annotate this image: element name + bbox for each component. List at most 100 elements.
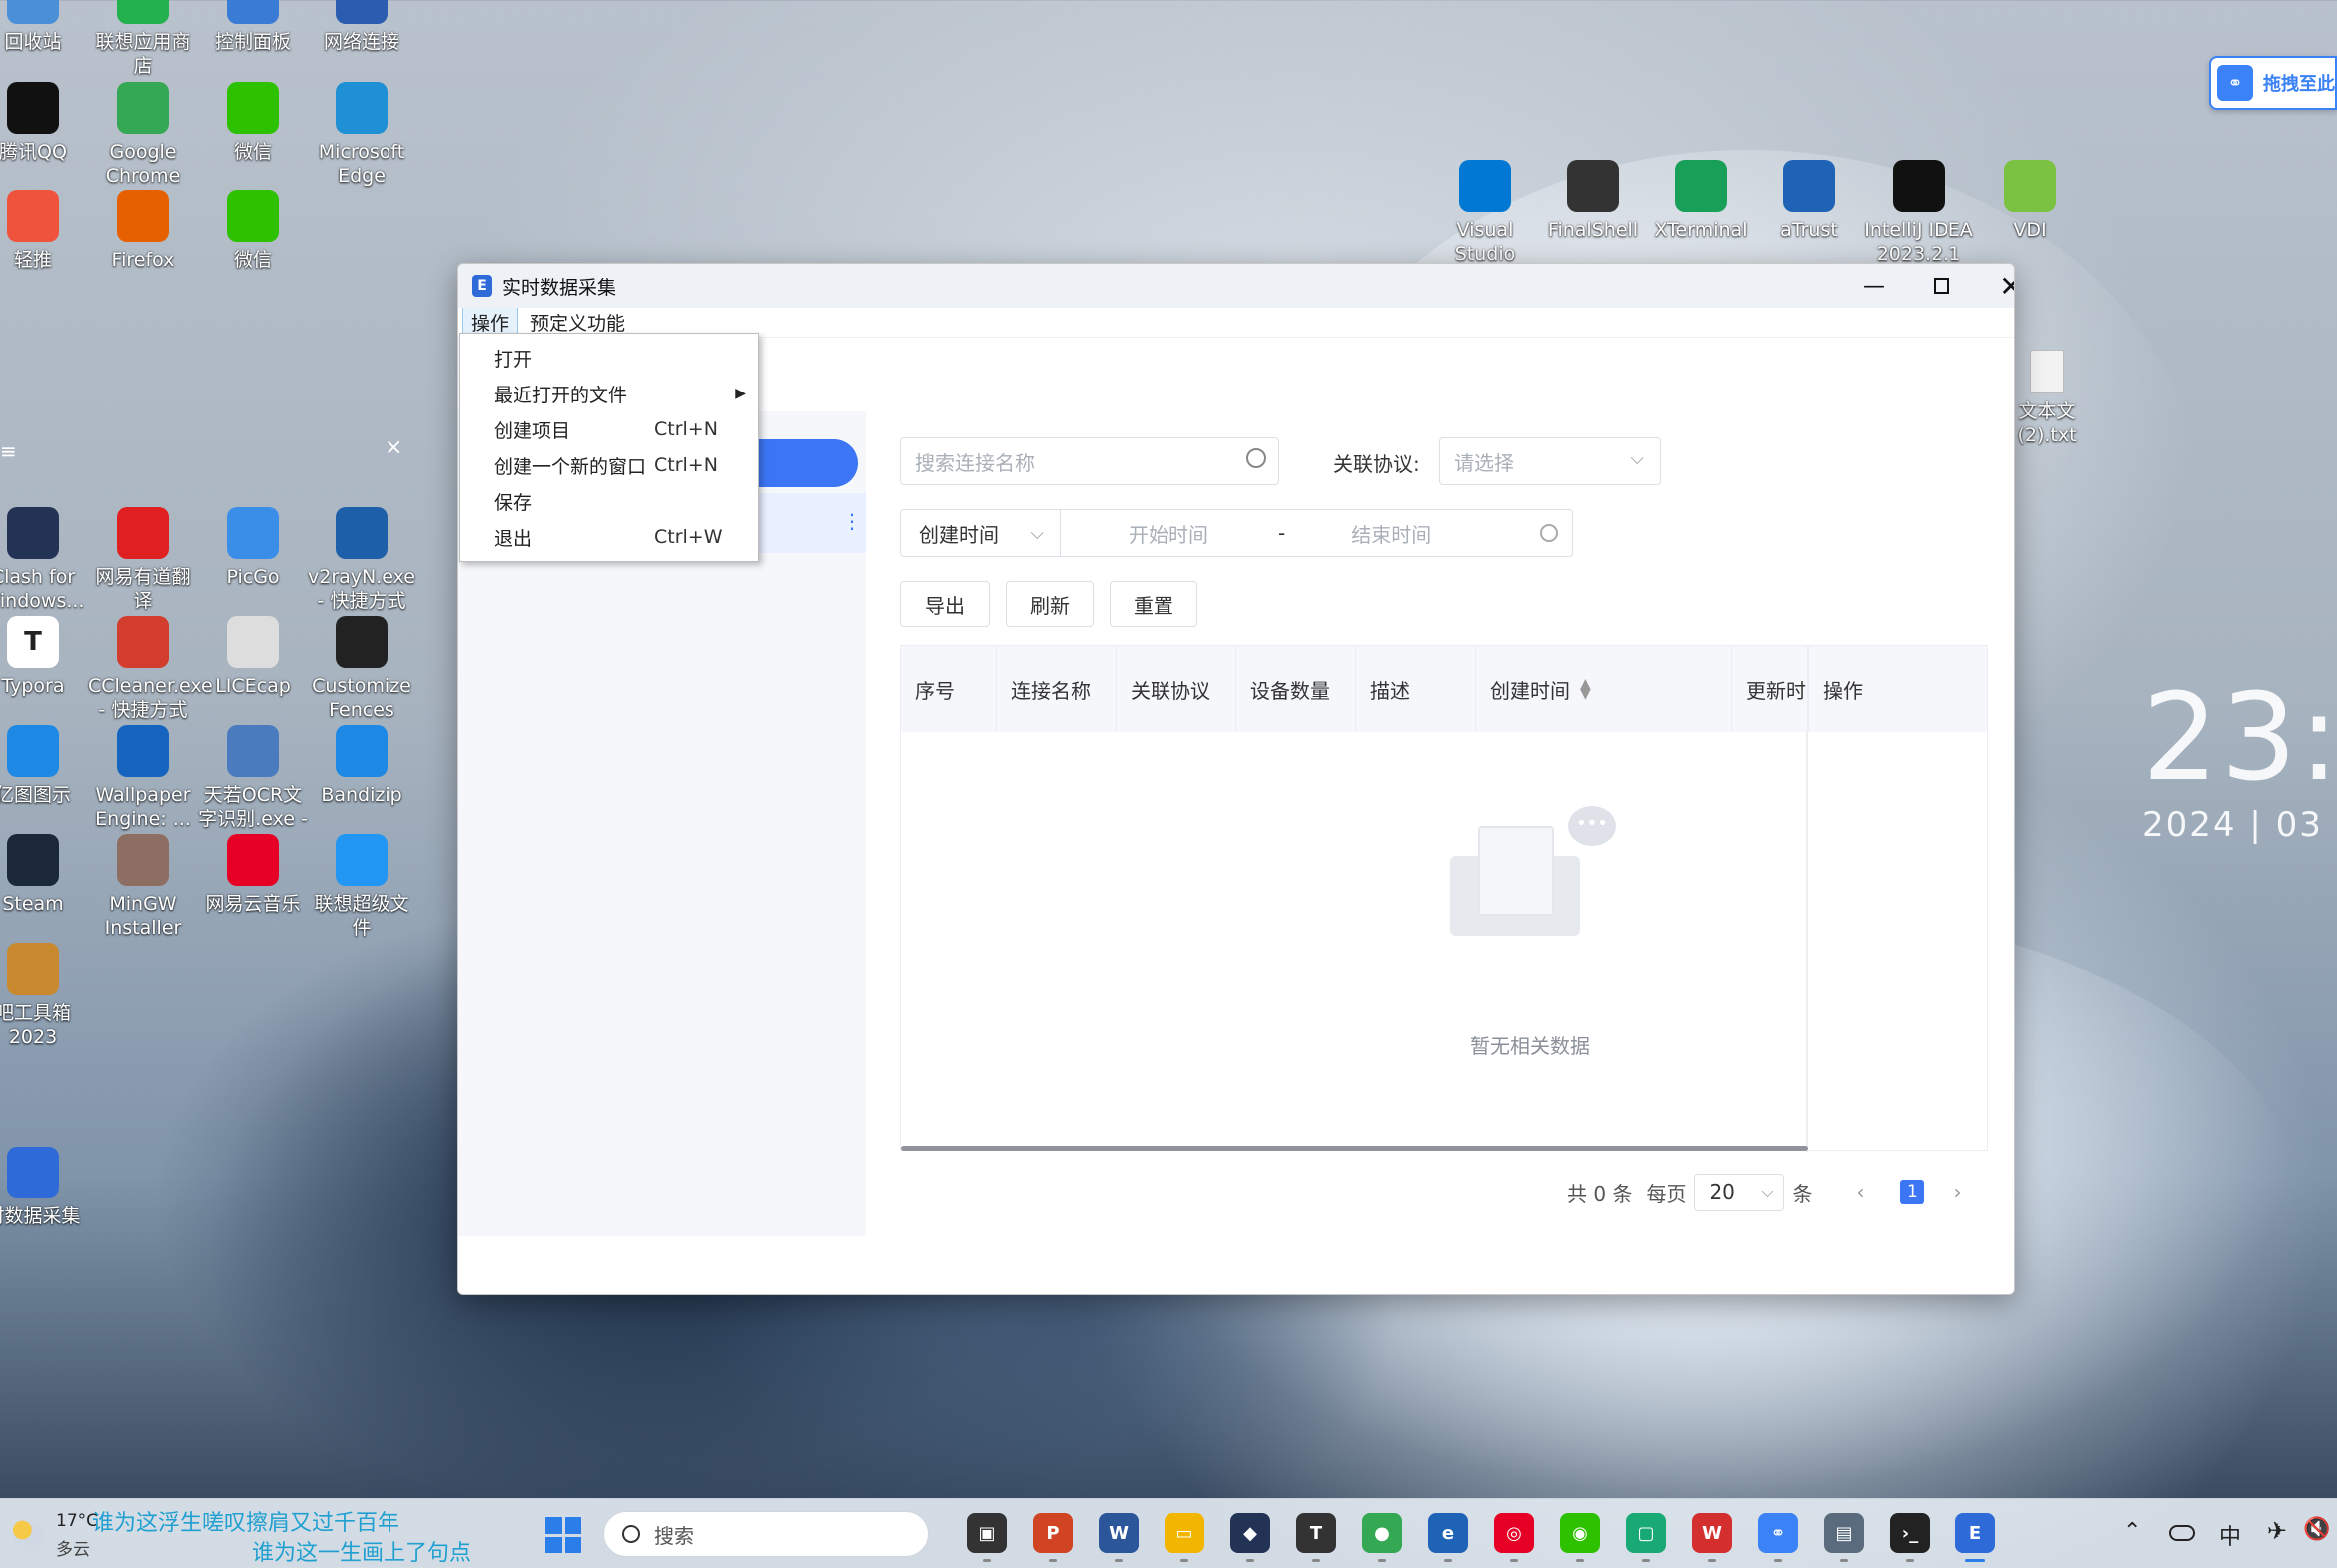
prev-page-icon[interactable]: ‹ [1856, 1180, 1864, 1204]
desktop-icon[interactable]: 控制面板 [198, 0, 308, 54]
desktop-icon[interactable]: 轻推 [0, 190, 88, 272]
menu-item-label: 创建一个新的窗口 [494, 455, 647, 478]
atrust-icon[interactable]: e [1428, 1513, 1468, 1553]
wechat-icon[interactable]: ◉ [1560, 1513, 1600, 1553]
date-range[interactable]: 创建时间 ⌵ 开始时间 - 结束时间 [900, 509, 1573, 557]
start-date-input[interactable]: 开始时间 [1129, 519, 1208, 548]
running-indicator [1510, 1559, 1518, 1562]
refresh-button[interactable]: 刷新 [1006, 581, 1094, 627]
desktop-icon[interactable]: 微信 [198, 82, 308, 164]
weather-icon[interactable] [8, 1515, 44, 1545]
start-button[interactable] [545, 1517, 581, 1553]
desktop-icon[interactable]: Google Chrome [88, 82, 198, 188]
desktop-icon[interactable]: VDI [1975, 160, 2085, 242]
desktop-icon-label: Typora [1, 675, 65, 697]
desktop-icon[interactable]: 联想超级文件 [307, 834, 416, 940]
wps-icon[interactable]: W [1692, 1513, 1732, 1553]
desktop-icon[interactable]: 腾讯QQ [0, 82, 88, 164]
desktop-icon[interactable]: 网络连接 [307, 0, 416, 54]
desktop-icon[interactable]: T Typora [0, 616, 88, 698]
desktop-icon[interactable]: PicGo [198, 507, 308, 589]
menu-item[interactable]: 打开 [460, 340, 758, 376]
airplane-icon[interactable]: ✈ [2267, 1517, 2287, 1545]
column-header-sortable[interactable]: 创建时间 ▲ ▼ [1476, 646, 1732, 732]
search-input[interactable]: 搜索连接名称 [900, 437, 1279, 485]
typora-icon[interactable]: T [1296, 1513, 1336, 1553]
sidebar-new-button[interactable] [748, 439, 858, 487]
date-type-select[interactable]: 创建时间 ⌵ [901, 510, 1061, 556]
netdisk-drop-button[interactable]: ⚭ 拖拽至此 [2209, 56, 2337, 110]
menu-item[interactable]: 最近打开的文件 ▶ [460, 376, 758, 411]
close-button[interactable]: ✕ [1976, 264, 2014, 308]
empty-text: 暂无相关数据 [1470, 1034, 1590, 1058]
reset-button[interactable]: 重置 [1110, 581, 1197, 627]
desktop-icon[interactable]: 吧工具箱 2023 [0, 943, 88, 1049]
desktop-icon[interactable]: Firefox [88, 190, 198, 272]
next-page-icon[interactable]: › [1953, 1180, 1961, 1204]
desktop-icon[interactable]: v2rayN.exe - 快捷方式 [307, 507, 416, 613]
terminal-icon[interactable]: ›_ [1890, 1513, 1930, 1553]
desktop-icon[interactable]: Wallpaper Engine: ... [88, 725, 198, 831]
tray-chevron-up-icon[interactable]: ⌃ [2123, 1519, 2141, 1544]
onedrive-icon[interactable] [2169, 1525, 2195, 1541]
sort-icon[interactable]: ▲ ▼ [1580, 677, 1591, 701]
input-method-indicator[interactable]: 中 [2219, 1519, 2241, 1551]
word-icon[interactable]: W [1099, 1513, 1139, 1553]
column-header: 关联协议 [1117, 646, 1236, 732]
desktop-icon[interactable]: 回收站 [0, 0, 88, 54]
desktop-icon[interactable]: 网易云音乐 [198, 834, 308, 916]
taskbar: 17°C 多云 谁为这浮生嗟叹擦肩又过千百年 谁为这一生画上了句点 搜索 ▣ P W… [0, 1498, 2337, 1568]
desktop-icon[interactable]: 时数据采集 [0, 1147, 88, 1228]
desktop-icon-label: 微信 [233, 249, 272, 271]
menu-item[interactable]: 退出 Ctrl+W [460, 519, 758, 555]
desktop-icon[interactable]: 亿图图示 [0, 725, 88, 807]
taskview-icon[interactable]: ▣ [967, 1513, 1007, 1553]
export-button[interactable]: 导出 [900, 581, 990, 627]
desktop-icon[interactable]: IntelliJ IDEA 2023.2.1 [1864, 160, 1973, 266]
speaker-muted-icon[interactable]: 🔇 [2303, 1517, 2330, 1542]
desktop-icon[interactable]: 联想应用商店 [88, 0, 198, 78]
desktop-icon[interactable]: 微信 [198, 190, 308, 272]
desktop-icon[interactable]: 网易有道翻译 [88, 507, 198, 613]
desktop-icon[interactable]: Clash for Windows... [0, 507, 88, 613]
protocol-select[interactable]: 请选择 ⌵ [1439, 437, 1661, 485]
fences-menu-icon[interactable]: ≡ [0, 439, 17, 463]
desktop-icon[interactable]: CCleaner.exe - 快捷方式 [88, 616, 213, 722]
desktop-icon[interactable]: Bandizip [307, 725, 416, 807]
taskbar-search[interactable]: 搜索 [603, 1511, 929, 1557]
running-indicator [1444, 1559, 1452, 1562]
data-collect-icon[interactable]: E [1955, 1513, 1995, 1553]
fences-close-icon[interactable]: × [385, 435, 402, 460]
netdisk-icon[interactable]: ⚭ [1758, 1513, 1798, 1553]
powerpoint-icon[interactable]: P [1033, 1513, 1073, 1553]
chrome-icon[interactable]: ● [1362, 1513, 1402, 1553]
more-dots-icon[interactable]: ⋮ [842, 509, 862, 533]
clash-icon[interactable]: ◆ [1230, 1513, 1270, 1553]
page-size-select[interactable]: 20 ⌵ [1694, 1174, 1785, 1211]
minimize-button[interactable]: — [1839, 264, 1909, 308]
menu-item-shortcut: Ctrl+W [654, 526, 723, 548]
desktop-icon[interactable]: XTerminal [1646, 160, 1756, 242]
desktop-icon[interactable]: Customize Fences [307, 616, 416, 722]
desktop-icon[interactable]: Steam [0, 834, 88, 916]
netease-music-icon[interactable]: ◎ [1494, 1513, 1534, 1553]
page-unit: 条 [1792, 1181, 1813, 1206]
desktop-icon[interactable]: aTrust [1754, 160, 1864, 242]
remote-desktop-icon[interactable]: ▢ [1626, 1513, 1666, 1553]
desktop-icon[interactable]: LICEcap [198, 616, 308, 698]
menu-item[interactable]: 创建一个新的窗口 Ctrl+N [460, 447, 758, 483]
page-number-current[interactable]: 1 [1900, 1180, 1925, 1204]
desktop-icon[interactable]: Microsoft Edge [307, 82, 416, 188]
file-explorer-icon[interactable]: ▭ [1165, 1513, 1204, 1553]
desktop-icon-label: IntelliJ IDEA 2023.2.1 [1864, 219, 1973, 265]
maximize-button[interactable] [1907, 264, 1976, 308]
desktop-icon[interactable]: MinGW Installer [88, 834, 198, 940]
weather-desc[interactable]: 多云 [56, 1535, 90, 1560]
menu-item[interactable]: 创建项目 Ctrl+N [460, 411, 758, 447]
menu-item[interactable]: 保存 [460, 483, 758, 519]
desktop-icon[interactable]: FinalShell [1538, 160, 1648, 242]
resource-monitor-icon[interactable]: ▤ [1824, 1513, 1864, 1553]
end-date-input[interactable]: 结束时间 [1351, 519, 1431, 548]
horizontal-scrollbar[interactable] [901, 1146, 1808, 1151]
title-bar[interactable]: E 实时数据采集 — ✕ [458, 264, 2014, 308]
